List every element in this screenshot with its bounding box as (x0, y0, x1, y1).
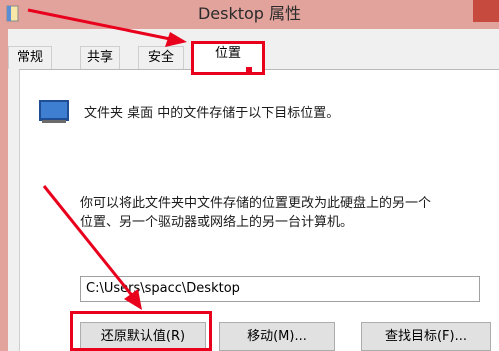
restore-default-button[interactable]: 还原默认值(R) (80, 322, 206, 351)
title-bar: Desktop 属性 (0, 0, 499, 29)
location-description: 文件夹 桌面 中的文件存储于以下目标位置。 (84, 106, 340, 121)
move-button[interactable]: 移动(M)... (219, 322, 335, 351)
location-hint-line2: 位置、另一个驱动器或网络上的另一台计算机。 (80, 215, 354, 230)
path-input[interactable]: C:\Users\spacc\Desktop (80, 276, 480, 302)
tab-sharing[interactable]: 共享 (80, 46, 120, 69)
close-button[interactable] (473, 0, 499, 22)
find-target-button[interactable]: 查找目标(F)... (361, 322, 491, 351)
desktop-folder-icon (39, 100, 69, 123)
tab-general[interactable]: 常规 (8, 46, 52, 69)
tab-location[interactable]: 位置 (192, 41, 264, 70)
location-hint-line1: 你可以将此文件夹中文件存储的位置更改为此硬盘上的另一个 (80, 196, 432, 211)
window-title: Desktop 属性 (197, 4, 302, 23)
tab-security[interactable]: 安全 (138, 46, 184, 69)
